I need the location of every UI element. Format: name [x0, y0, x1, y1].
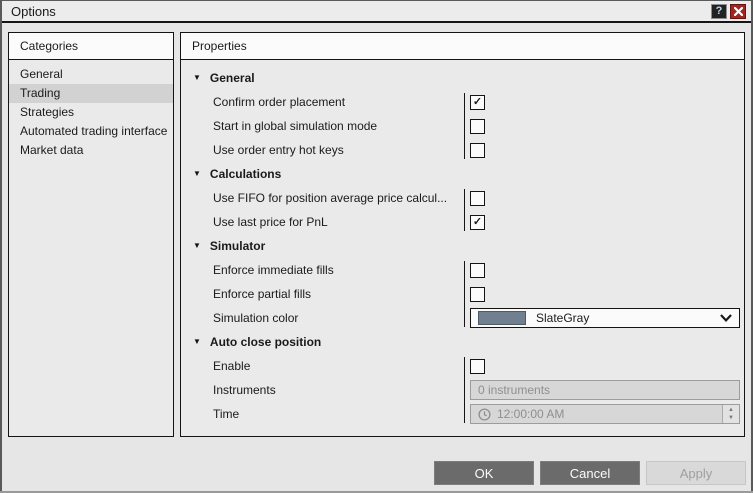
window-title: Options	[11, 3, 56, 19]
property-section: ▼ General Confirm order placement ✓ Star…	[181, 66, 744, 162]
property-control: 12:00:00 AM ▲ ▼	[470, 404, 740, 424]
property-control	[470, 188, 740, 208]
section-title: Auto close position	[209, 335, 322, 349]
checkbox-enforce-immediate-fills[interactable]	[470, 262, 485, 278]
collapse-triangle-icon: ▼	[193, 169, 201, 178]
ok-button[interactable]: OK	[434, 461, 534, 485]
collapse-triangle-icon: ▼	[193, 73, 201, 82]
apply-button[interactable]: Apply	[646, 461, 746, 485]
property-control: ✓	[470, 92, 740, 112]
section-header-calculations[interactable]: ▼ Calculations	[181, 162, 744, 186]
section-header-simulator[interactable]: ▼ Simulator	[181, 234, 744, 258]
close-button[interactable]	[730, 3, 746, 19]
property-row: Instruments 0 instruments	[181, 378, 744, 402]
property-control: 0 instruments	[470, 380, 740, 400]
close-icon	[733, 6, 743, 16]
property-label: Start in global simulation mode	[213, 119, 378, 133]
chevron-down-icon	[720, 314, 732, 322]
section-header-auto-close-position[interactable]: ▼ Auto close position	[181, 330, 744, 354]
properties-panel: Properties ▼ General Confirm order place…	[180, 32, 745, 437]
section-header-general[interactable]: ▼ General	[181, 66, 744, 90]
properties-header: Properties	[181, 33, 744, 60]
property-section: ▼ Calculations Use FIFO for position ave…	[181, 162, 744, 234]
property-row: Confirm order placement ✓	[181, 90, 744, 114]
checkbox-enable[interactable]	[470, 358, 485, 374]
checkbox-use-last-price-for-pnl[interactable]: ✓	[470, 214, 485, 230]
cancel-button[interactable]: Cancel	[540, 461, 640, 485]
property-label: Time	[213, 407, 240, 421]
property-row: Time 12:00:00 AM ▲ ▼	[181, 402, 744, 426]
property-control	[470, 284, 740, 304]
property-control: SlateGray	[470, 308, 740, 328]
property-control: ✓	[470, 212, 740, 232]
property-row: Use FIFO for position average price calc…	[181, 186, 744, 210]
property-label: Use FIFO for position average price calc…	[213, 191, 448, 205]
property-row: Simulation color SlateGray	[181, 306, 744, 330]
property-row: Enforce immediate fills	[181, 258, 744, 282]
property-label: Enforce partial fills	[213, 287, 312, 301]
section-rows: Confirm order placement ✓ Start in globa…	[181, 90, 744, 162]
section-rows: Enforce immediate fills Enforce partial …	[181, 258, 744, 330]
titlebar[interactable]: Options ?	[2, 1, 751, 23]
sidebar-item-general[interactable]: General	[9, 65, 173, 84]
property-label: Instruments	[213, 383, 276, 397]
input-value: 12:00:00 AM	[497, 407, 565, 421]
property-control	[470, 356, 740, 376]
property-label: Enable	[213, 359, 251, 373]
instruments-input: 0 instruments	[470, 380, 740, 400]
property-row: Use order entry hot keys	[181, 138, 744, 162]
color-swatch	[478, 311, 526, 325]
clock-icon	[478, 407, 491, 421]
section-title: Calculations	[209, 167, 282, 181]
property-section: ▼ Simulator Enforce immediate fills Enfo…	[181, 234, 744, 330]
property-row: Start in global simulation mode	[181, 114, 744, 138]
checkbox-enforce-partial-fills[interactable]	[470, 286, 485, 302]
property-label: Confirm order placement	[213, 95, 346, 109]
property-row: Use last price for PnL ✓	[181, 210, 744, 234]
checkbox-use-fifo-for-position-average-price-calcul[interactable]	[470, 190, 485, 206]
window-border-left	[0, 0, 2, 493]
footer: OK Cancel Apply	[434, 461, 746, 485]
time-spinner[interactable]: ▲ ▼	[722, 405, 739, 423]
property-row: Enforce partial fills	[181, 282, 744, 306]
titlebar-buttons: ?	[711, 3, 746, 19]
sidebar-item-strategies[interactable]: Strategies	[9, 103, 173, 122]
section-title: Simulator	[209, 239, 266, 253]
property-control	[470, 116, 740, 136]
collapse-triangle-icon: ▼	[193, 337, 201, 346]
categories-header: Categories	[9, 33, 173, 60]
section-title: General	[209, 71, 255, 85]
checkbox-start-in-global-simulation-mode[interactable]	[470, 118, 485, 134]
simulation-color-dropdown[interactable]: SlateGray	[470, 308, 740, 328]
spinner-down-icon[interactable]: ▼	[728, 415, 734, 421]
dropdown-selected-value: SlateGray	[536, 311, 590, 325]
properties-content: ▼ General Confirm order placement ✓ Star…	[181, 60, 744, 436]
sidebar-item-market-data[interactable]: Market data	[9, 141, 173, 160]
time-input: 12:00:00 AM ▲ ▼	[470, 404, 740, 424]
property-label: Use last price for PnL	[213, 215, 328, 229]
property-label: Simulation color	[213, 311, 299, 325]
sidebar-item-automated-trading-interface[interactable]: Automated trading interface	[9, 122, 173, 141]
section-rows: Enable Instruments 0 instruments Time 12…	[181, 354, 744, 426]
property-label: Enforce immediate fills	[213, 263, 334, 277]
property-control	[470, 260, 740, 280]
checkbox-confirm-order-placement[interactable]: ✓	[470, 94, 485, 110]
property-label: Use order entry hot keys	[213, 143, 344, 157]
spinner-up-icon[interactable]: ▲	[728, 407, 734, 413]
categories-list: General Trading Strategies Automated tradin…	[9, 60, 173, 436]
help-button[interactable]: ?	[711, 3, 727, 19]
checkbox-use-order-entry-hot-keys[interactable]	[470, 142, 485, 158]
property-section: ▼ Auto close position Enable Instruments…	[181, 330, 744, 426]
categories-panel: Categories General Trading Strategies Autom…	[8, 32, 174, 437]
input-value: 0 instruments	[478, 383, 551, 397]
sidebar-item-trading[interactable]: Trading	[9, 84, 173, 103]
property-row: Enable	[181, 354, 744, 378]
collapse-triangle-icon: ▼	[193, 241, 201, 250]
property-control	[470, 140, 740, 160]
section-rows: Use FIFO for position average price calc…	[181, 186, 744, 234]
